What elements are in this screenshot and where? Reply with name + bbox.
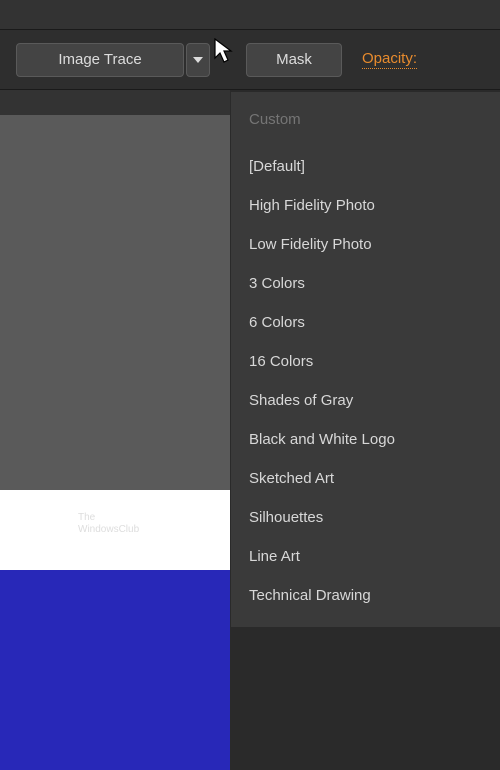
control-toolbar: Image Trace Mask Opacity: <box>0 30 500 90</box>
preset-item-6-colors[interactable]: 6 Colors <box>231 303 500 342</box>
chevron-down-icon <box>193 57 203 63</box>
image-trace-button[interactable]: Image Trace <box>16 43 184 77</box>
watermark: The WindowsClub <box>78 512 139 536</box>
canvas-dark-strip <box>0 90 230 115</box>
app-titlebar-region <box>0 0 500 30</box>
preset-item-3-colors[interactable]: 3 Colors <box>231 264 500 303</box>
watermark-line2: WindowsClub <box>78 524 139 536</box>
mask-label: Mask <box>276 51 312 68</box>
image-trace-preset-menu: Custom [Default] High Fidelity Photo Low… <box>230 92 500 627</box>
canvas-blue-region <box>0 570 230 770</box>
preset-item-custom: Custom <box>231 100 500 139</box>
preset-item-sketched-art[interactable]: Sketched Art <box>231 459 500 498</box>
image-trace-label: Image Trace <box>58 51 141 68</box>
mask-button[interactable]: Mask <box>246 43 342 77</box>
preset-item-black-white-logo[interactable]: Black and White Logo <box>231 420 500 459</box>
image-trace-preset-dropdown-toggle[interactable] <box>186 43 210 77</box>
document-canvas[interactable] <box>0 90 230 699</box>
preset-item-16-colors[interactable]: 16 Colors <box>231 342 500 381</box>
watermark-line1: The <box>78 512 139 524</box>
menu-separator <box>231 139 500 147</box>
opacity-label[interactable]: Opacity: <box>362 50 417 69</box>
preset-item-line-art[interactable]: Line Art <box>231 537 500 576</box>
preset-item-silhouettes[interactable]: Silhouettes <box>231 498 500 537</box>
preset-item-high-fidelity-photo[interactable]: High Fidelity Photo <box>231 186 500 225</box>
preset-item-low-fidelity-photo[interactable]: Low Fidelity Photo <box>231 225 500 264</box>
preset-item-default[interactable]: [Default] <box>231 147 500 186</box>
canvas-gray-region <box>0 115 230 490</box>
preset-item-shades-of-gray[interactable]: Shades of Gray <box>231 381 500 420</box>
preset-item-technical-drawing[interactable]: Technical Drawing <box>231 576 500 615</box>
